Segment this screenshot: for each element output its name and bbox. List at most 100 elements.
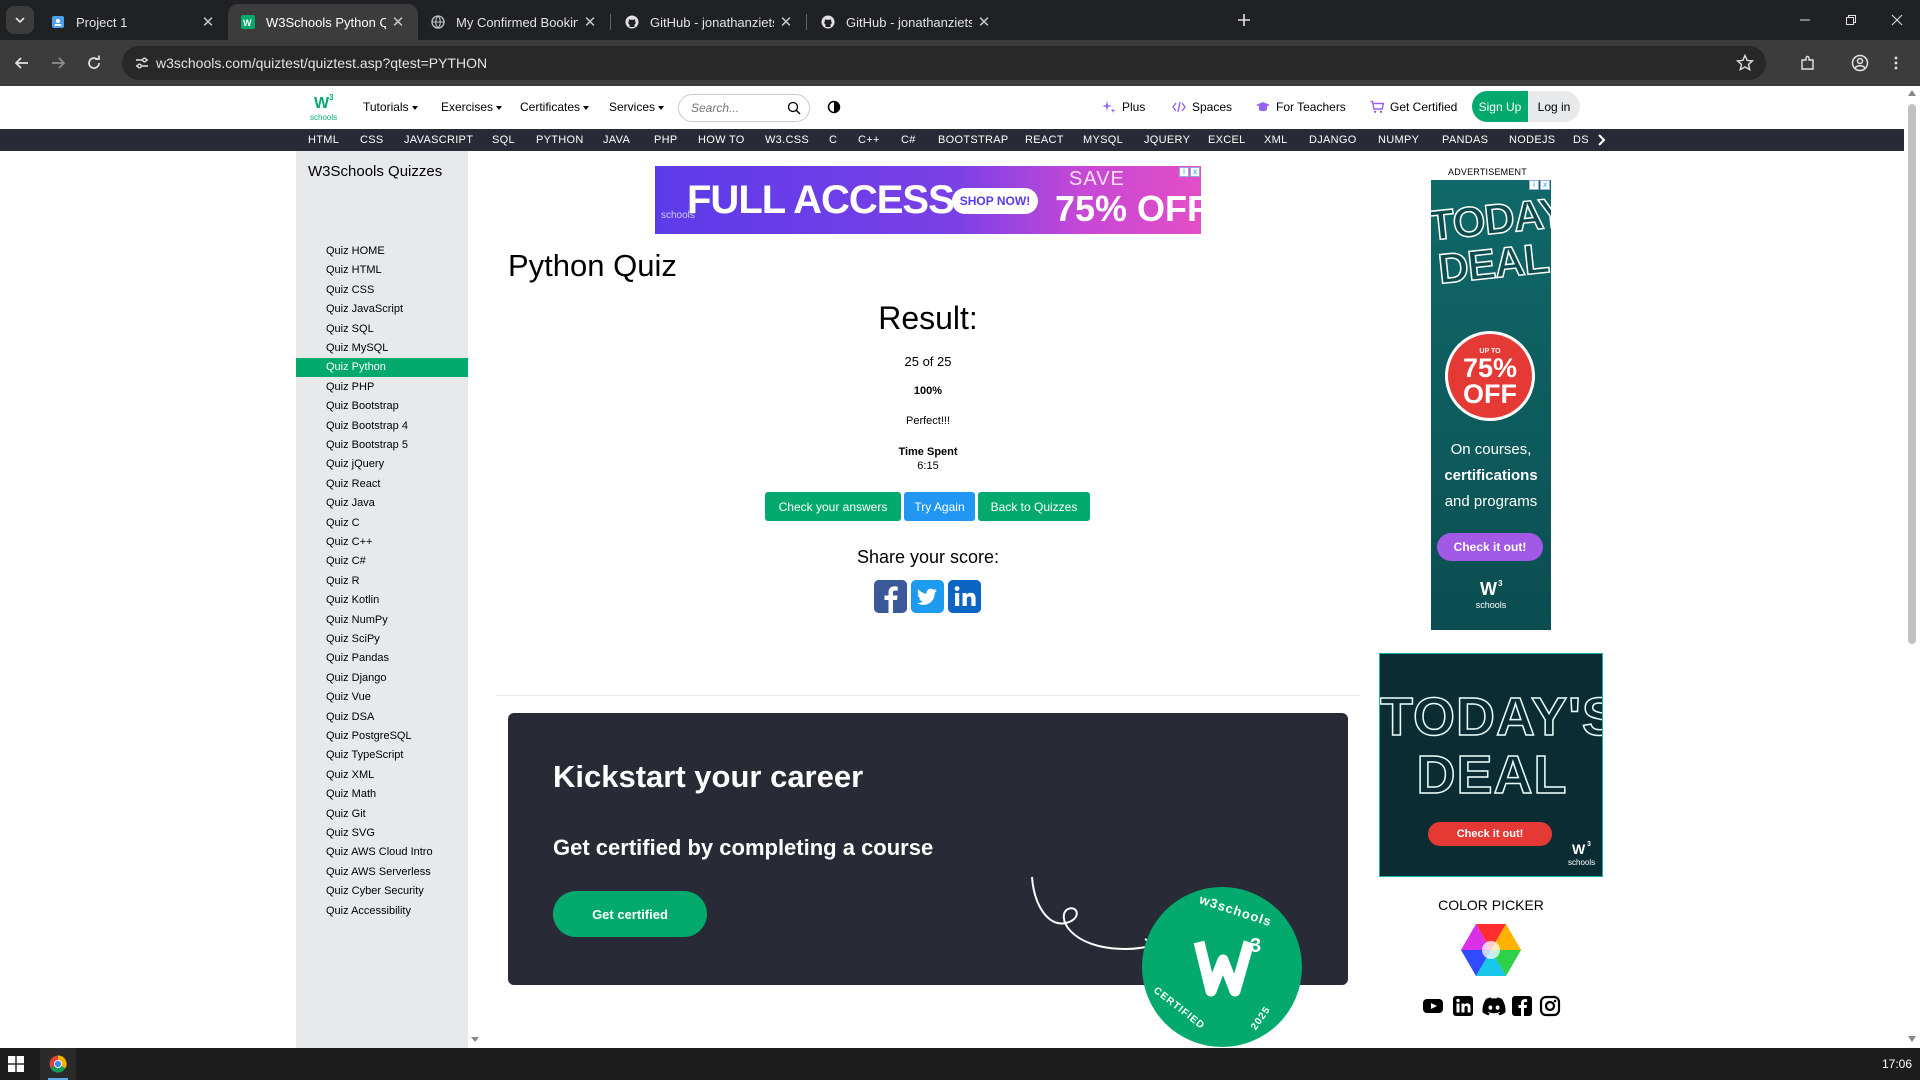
- sidebar-item-quiz-django[interactable]: Quiz Django: [296, 669, 468, 688]
- sidebar-item-quiz-r[interactable]: Quiz R: [296, 572, 468, 591]
- sidebar-scroll-down-icon[interactable]: [470, 1036, 480, 1044]
- sidebar-item-quiz-python[interactable]: Quiz Python: [296, 358, 468, 378]
- sidebar-item-quiz-accessibility[interactable]: Quiz Accessibility: [296, 902, 468, 921]
- close-icon[interactable]: ✕: [196, 13, 220, 31]
- youtube-icon[interactable]: [1422, 995, 1444, 1017]
- sidebar-item-quiz-vue[interactable]: Quiz Vue: [296, 688, 468, 707]
- sidebar-item-quiz-typescript[interactable]: Quiz TypeScript: [296, 746, 468, 765]
- bookmark-star-icon[interactable]: [1736, 54, 1754, 72]
- nav-spaces[interactable]: Spaces: [1172, 100, 1232, 114]
- topic-java[interactable]: JAVA: [603, 134, 630, 146]
- sidebar-item-quiz-scipy[interactable]: Quiz SciPy: [296, 630, 468, 649]
- get-certified-button[interactable]: Get certified: [553, 891, 707, 937]
- extensions-button[interactable]: [1794, 49, 1822, 77]
- sidebar-item-quiz-home[interactable]: Quiz HOME: [296, 242, 468, 261]
- nav-plus[interactable]: Plus: [1102, 100, 1145, 114]
- banner-shop-now-button[interactable]: SHOP NOW!: [952, 188, 1038, 214]
- sidebar-item-quiz-c[interactable]: Quiz C#: [296, 552, 468, 571]
- sidebar-item-quiz-svg[interactable]: Quiz SVG: [296, 824, 468, 843]
- sidebar-item-quiz-html[interactable]: Quiz HTML: [296, 261, 468, 280]
- close-icon[interactable]: ✕: [578, 13, 602, 31]
- topic-sql[interactable]: SQL: [492, 134, 515, 146]
- tab-github-pyt[interactable]: GitHub - jonathanzietsman/Pyt ✕: [612, 4, 806, 40]
- ad-info-icon[interactable]: i: [1179, 167, 1189, 177]
- tab-project-1[interactable]: Project 1 ✕: [38, 4, 228, 40]
- sidebar-item-quiz-postgresql[interactable]: Quiz PostgreSQL: [296, 727, 468, 746]
- topic-php[interactable]: PHP: [654, 134, 678, 146]
- facebook-icon[interactable]: [1511, 995, 1533, 1017]
- sidebar-item-quiz-c[interactable]: Quiz C: [296, 514, 468, 533]
- back-button[interactable]: [8, 49, 36, 77]
- facebook-share-button[interactable]: [874, 580, 907, 613]
- address-bar[interactable]: w3schools.com/quiztest/quiztest.asp?qtes…: [122, 46, 1766, 80]
- sidebar-item-quiz-bootstrap[interactable]: Quiz Bootstrap: [296, 397, 468, 416]
- topic-c[interactable]: C: [829, 134, 837, 146]
- nav-tutorials[interactable]: Tutorials: [363, 100, 418, 114]
- sidebar-item-quiz-aws-serverless[interactable]: Quiz AWS Serverless: [296, 863, 468, 882]
- topic-numpy[interactable]: NUMPY: [1378, 134, 1419, 146]
- todays-deal-square-ad[interactable]: TODAY'S DEAL Check it out! W3 schools: [1379, 653, 1603, 877]
- chevron-right-icon[interactable]: [1594, 132, 1608, 148]
- topic-xml[interactable]: XML: [1264, 134, 1288, 146]
- topic-python[interactable]: PYTHON: [536, 134, 584, 146]
- topic-html[interactable]: HTML: [308, 134, 339, 146]
- page-scrollbar[interactable]: [1904, 86, 1920, 1048]
- sidebar-item-quiz-jquery[interactable]: Quiz jQuery: [296, 455, 468, 474]
- linkedin-icon[interactable]: [1452, 995, 1474, 1017]
- sidebar-item-quiz-bootstrap-5[interactable]: Quiz Bootstrap 5: [296, 436, 468, 455]
- twitter-share-button[interactable]: [911, 580, 944, 613]
- topic-w3css[interactable]: W3.CSS: [765, 134, 809, 146]
- topic-nodejs[interactable]: NODEJS: [1509, 134, 1555, 146]
- sidebar-item-quiz-math[interactable]: Quiz Math: [296, 785, 468, 804]
- topic-mysql[interactable]: MYSQL: [1083, 134, 1123, 146]
- dark-mode-toggle-icon[interactable]: [827, 100, 841, 114]
- sign-up-button[interactable]: Sign Up: [1472, 91, 1528, 122]
- full-access-banner-ad[interactable]: FULL ACCESS SHOP NOW! SAVE 75% OFF schoo…: [655, 166, 1201, 234]
- check-answers-button[interactable]: Check your answers: [765, 492, 901, 521]
- topic-bootstrap[interactable]: BOOTSTRAP: [938, 134, 1009, 146]
- sidebar-item-quiz-aws-cloud-intro[interactable]: Quiz AWS Cloud Intro: [296, 843, 468, 862]
- forward-button[interactable]: [44, 49, 72, 77]
- restore-button[interactable]: [1828, 0, 1874, 40]
- instagram-icon[interactable]: [1539, 995, 1561, 1017]
- topic-pandas[interactable]: PANDAS: [1442, 134, 1488, 146]
- taskbar-chrome-button[interactable]: [40, 1048, 76, 1080]
- w3schools-logo[interactable]: W 3 schools: [308, 91, 342, 125]
- scrollbar-thumb[interactable]: [1908, 104, 1916, 644]
- topic-react[interactable]: REACT: [1025, 134, 1064, 146]
- topic-jquery[interactable]: JQUERY: [1144, 134, 1190, 146]
- windows-start-icon[interactable]: [8, 1056, 24, 1072]
- topic-how-to[interactable]: HOW TO: [698, 134, 745, 146]
- sidebar-item-quiz-pandas[interactable]: Quiz Pandas: [296, 649, 468, 668]
- topic-excel[interactable]: EXCEL: [1208, 134, 1246, 146]
- log-in-button[interactable]: Log in: [1528, 91, 1580, 122]
- sidebar-item-quiz-sql[interactable]: Quiz SQL: [296, 320, 468, 339]
- topic-ds[interactable]: DS: [1573, 134, 1589, 146]
- ad-close-icon[interactable]: x: [1190, 167, 1200, 177]
- close-icon[interactable]: ✕: [386, 13, 410, 31]
- site-info-icon[interactable]: [134, 55, 150, 71]
- sidebar-item-quiz-c[interactable]: Quiz C++: [296, 533, 468, 552]
- nav-exercises[interactable]: Exercises: [441, 100, 502, 114]
- square-ad-check-it-out-button[interactable]: Check it out!: [1428, 822, 1552, 846]
- reload-button[interactable]: [80, 49, 108, 77]
- minimize-button[interactable]: [1782, 0, 1828, 40]
- sidebar-item-quiz-javascript[interactable]: Quiz JavaScript: [296, 300, 468, 319]
- scroll-down-arrow-icon[interactable]: [1908, 1036, 1916, 1042]
- profile-button[interactable]: [1846, 49, 1874, 77]
- sidebar-item-quiz-kotlin[interactable]: Quiz Kotlin: [296, 591, 468, 610]
- nav-services[interactable]: Services: [609, 100, 664, 114]
- back-to-quizzes-button[interactable]: Back to Quizzes: [978, 492, 1090, 521]
- sidebar-item-quiz-css[interactable]: Quiz CSS: [296, 281, 468, 300]
- close-icon[interactable]: ✕: [972, 13, 996, 31]
- todays-deal-tall-ad[interactable]: TODAY'S DEAL UP TO 75% OFF On courses, c…: [1431, 180, 1551, 630]
- sidebar-item-quiz-java[interactable]: Quiz Java: [296, 494, 468, 513]
- nav-certificates[interactable]: Certificates: [520, 100, 589, 114]
- nav-get-certified[interactable]: Get Certified: [1370, 100, 1457, 114]
- try-again-button[interactable]: Try Again: [904, 492, 975, 521]
- scroll-up-arrow-icon[interactable]: [1908, 90, 1916, 96]
- close-icon[interactable]: ✕: [774, 13, 798, 31]
- site-search-input[interactable]: [691, 101, 783, 115]
- sidebar-item-quiz-mysql[interactable]: Quiz MySQL: [296, 339, 468, 358]
- sidebar-item-quiz-xml[interactable]: Quiz XML: [296, 766, 468, 785]
